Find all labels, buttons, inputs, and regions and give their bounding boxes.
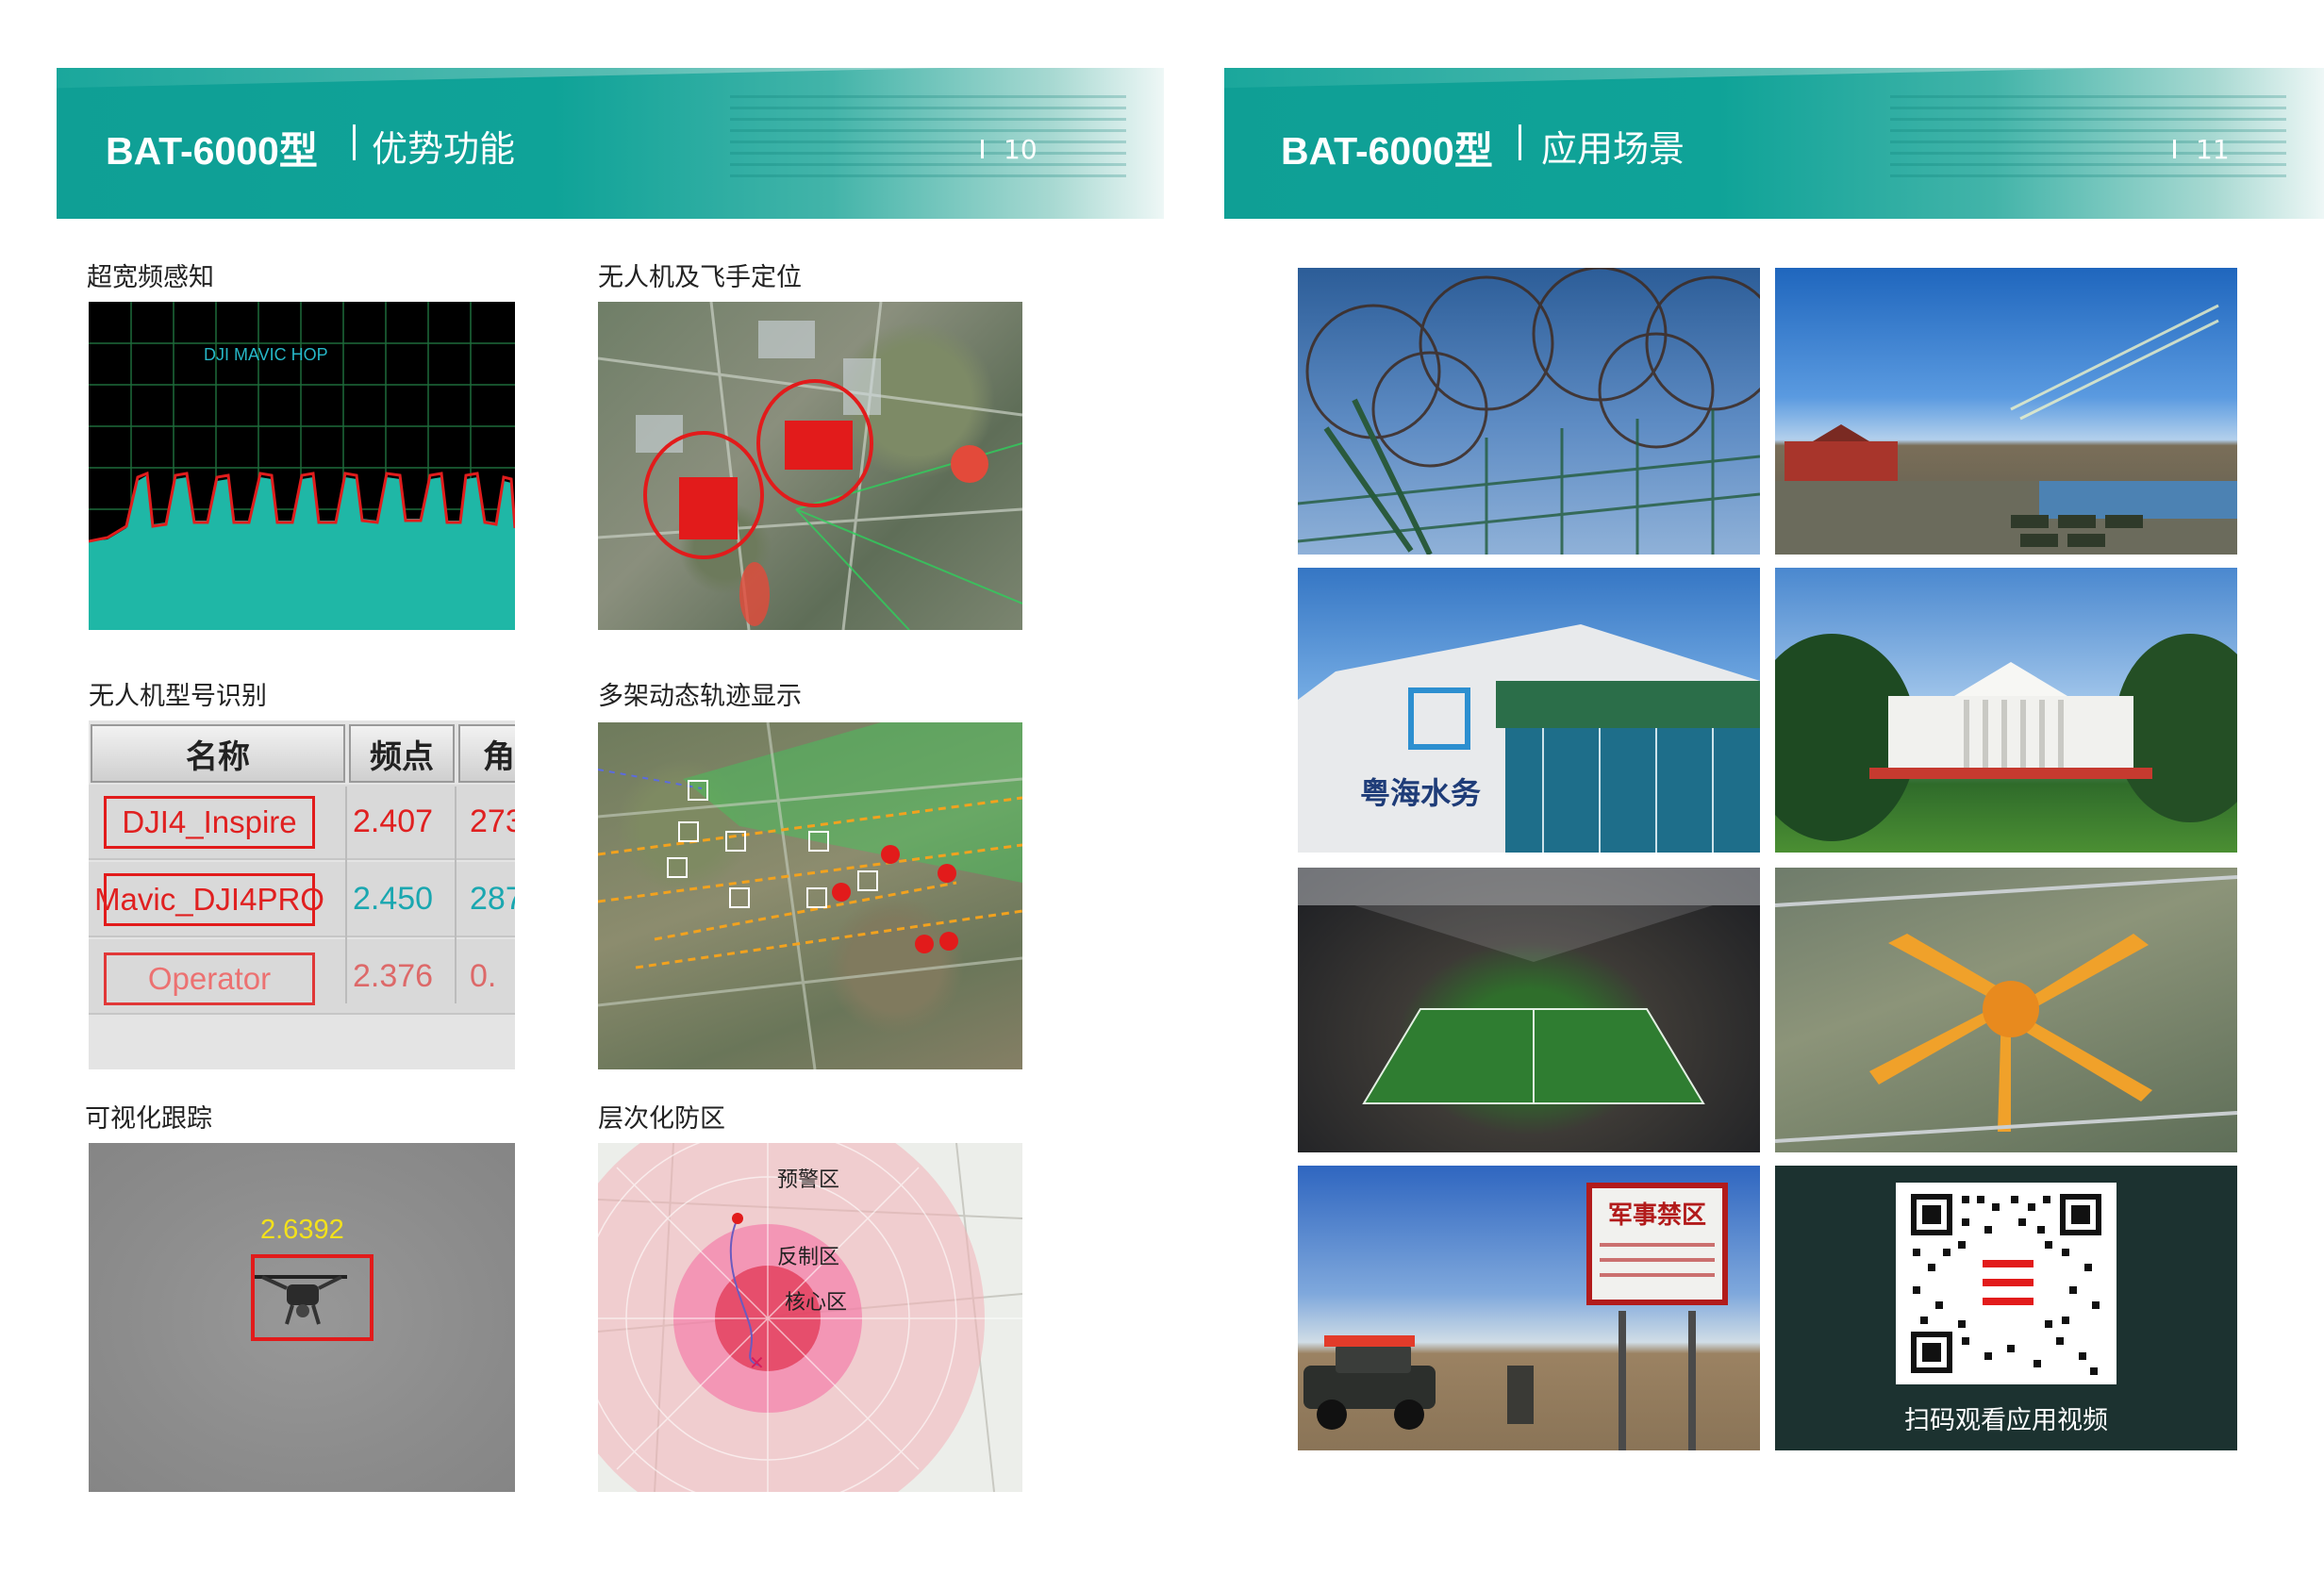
- left-page-header: BAT-6000型 优势功能 10: [57, 68, 1164, 219]
- qr-card: [1896, 1183, 2116, 1384]
- multi-track-map: [598, 722, 1022, 1069]
- water-utility-sign: 粤海水务: [1360, 775, 1481, 811]
- row-angle: 0.: [470, 958, 497, 994]
- row-name: Mavic_DJI4PRO: [94, 873, 324, 926]
- row-freq: 2.376: [353, 958, 434, 994]
- section-label-zones: 层次化防区: [598, 1104, 725, 1134]
- zone-label-core: 核心区: [785, 1291, 847, 1315]
- airport-scene: [1775, 875, 2237, 1143]
- spectrum-panel: DJI MAVIC HOP: [89, 302, 515, 630]
- table-divider: [455, 787, 456, 1003]
- page-title: 应用场景: [1541, 128, 1685, 170]
- stadium-scene: [1298, 868, 1760, 1104]
- white-house-scene: [1775, 634, 2237, 841]
- drone-icon: [255, 1275, 347, 1325]
- defense-zone-map: 预警区 反制区 核心区 ✕: [598, 1143, 1022, 1492]
- section-label-tracks: 多架动态轨迹显示: [598, 682, 802, 711]
- qr-code-panel: 扫码观看应用视频: [1775, 1166, 2237, 1450]
- parade-scene: [1775, 304, 2237, 555]
- header-divider: [353, 124, 356, 160]
- restricted-sign-text: 军事禁区: [1607, 1201, 1706, 1230]
- page-title: 优势功能: [372, 128, 516, 170]
- table-header-name: 名称: [91, 724, 345, 783]
- section-label-spectrum: 超宽频感知: [87, 263, 214, 292]
- photo-restricted-zone: 军事禁区: [1298, 1166, 1760, 1450]
- location-pin-icon: [951, 445, 988, 483]
- spectrum-plot: DJI MAVIC HOP: [89, 302, 515, 630]
- zone-label-counter: 反制区: [777, 1246, 839, 1269]
- section-label-identify: 无人机型号识别: [89, 682, 267, 711]
- header-divider: [1519, 124, 1521, 160]
- qr-caption: 扫码观看应用视频: [1904, 1406, 2108, 1435]
- photo-prison-fence: [1298, 268, 1760, 555]
- photo-water-utility: 粤海水务: [1298, 568, 1760, 853]
- track-map-overlay: [598, 722, 1022, 1069]
- header-decor-lines: [730, 87, 1126, 200]
- section-label-tracking: 可视化跟踪: [85, 1104, 212, 1134]
- photo-airport: [1775, 868, 2237, 1152]
- spectrum-signal-label: DJI MAVIC HOP: [204, 345, 328, 364]
- page-number-bar: [2173, 140, 2176, 158]
- model-name: BAT-6000型: [106, 129, 318, 173]
- vehicle-icon: [1303, 1335, 1436, 1430]
- row-angle: 287: [470, 881, 515, 917]
- table-header-angle: 角: [458, 724, 515, 783]
- building-scene: 粤海水务: [1298, 624, 1760, 853]
- section-label-locate: 无人机及飞手定位: [598, 263, 802, 292]
- qr-code-icon[interactable]: [1896, 1183, 2116, 1384]
- site-marker-icon: ✕: [749, 1351, 765, 1374]
- page-number: 10: [1004, 134, 1038, 165]
- row-name: Operator: [104, 952, 315, 1005]
- row-name: DJI4_Inspire: [104, 796, 315, 849]
- row-angle: 273: [470, 803, 515, 839]
- row-freq: 2.450: [353, 881, 434, 917]
- table-divider: [345, 787, 347, 1003]
- locate-map-overlay: [598, 302, 1022, 630]
- row-freq: 2.407: [353, 803, 434, 839]
- model-name: BAT-6000型: [1281, 129, 1493, 173]
- photo-military-parade: [1775, 268, 2237, 555]
- photo-stadium: [1298, 868, 1760, 1152]
- zone-rings: 预警区 反制区 核心区 ✕: [598, 1143, 1022, 1492]
- drone-locate-map: [598, 302, 1022, 630]
- restricted-sign: 军事禁区: [1586, 1183, 1728, 1305]
- right-page-header: BAT-6000型 应用场景 11: [1224, 68, 2324, 219]
- table-header-freq: 频点: [349, 724, 455, 783]
- barbed-wire: [1298, 268, 1760, 555]
- visual-tracking-panel: 2.6392: [89, 1143, 515, 1492]
- page-number: 11: [2196, 134, 2230, 165]
- drone-id-table: 名称 频点 角 DJI4_Inspire 2.407 273 Mavic_DJI…: [89, 720, 515, 1069]
- tracking-readout: 2.6392: [260, 1215, 344, 1245]
- zone-label-warning: 预警区: [777, 1168, 839, 1192]
- photo-white-house: [1775, 568, 2237, 853]
- page-number-bar: [981, 140, 984, 158]
